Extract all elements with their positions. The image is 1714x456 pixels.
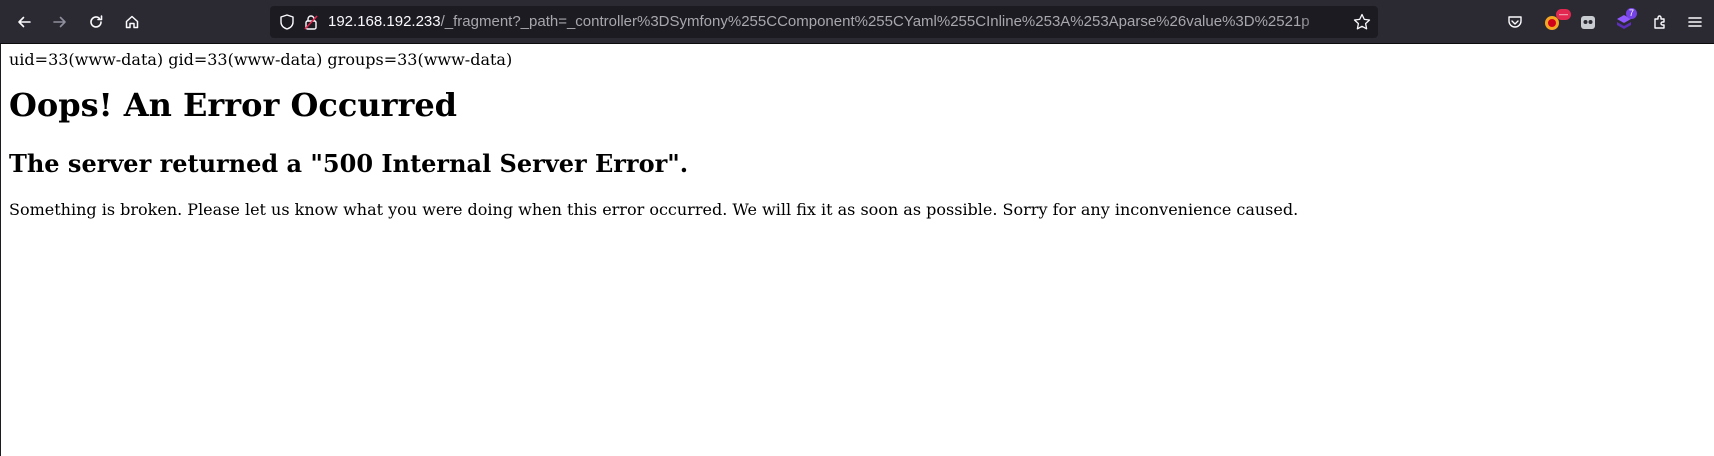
reload-icon (90, 15, 103, 28)
forward-button[interactable] (45, 7, 75, 37)
url-path: /_fragment?_path=_controller%3DSymfony%2… (440, 13, 1310, 30)
address-bar[interactable]: 192.168.192.233/_fragment?_path=_control… (270, 6, 1378, 38)
extension-badge-count: 7 (1626, 8, 1638, 19)
star-icon[interactable] (1352, 12, 1372, 32)
pocket-button[interactable] (1500, 7, 1530, 37)
url-fade (1298, 6, 1338, 38)
extensions-button[interactable] (1645, 7, 1675, 37)
browser-toolbar: 192.168.192.233/_fragment?_path=_control… (0, 0, 1714, 44)
home-button[interactable] (117, 7, 147, 37)
shield-icon[interactable] (278, 13, 296, 31)
forward-icon (53, 16, 66, 28)
menu-icon (1688, 17, 1702, 27)
back-button[interactable] (9, 7, 39, 37)
pocket-icon (1508, 16, 1522, 28)
page-content: uid=33(www-data) gid=33(www-data) groups… (0, 44, 1714, 456)
page-subtitle: The server returned a "500 Internal Serv… (9, 149, 689, 178)
extensions-icon (1654, 15, 1665, 29)
url-text[interactable]: 192.168.192.233/_fragment?_path=_control… (328, 6, 1340, 38)
extension-icon (1581, 16, 1595, 29)
url-host: 192.168.192.233 (328, 13, 441, 30)
page-title: Oops! An Error Occurred (9, 86, 458, 124)
menu-button[interactable] (1680, 7, 1710, 37)
command-output: uid=33(www-data) gid=33(www-data) groups… (9, 50, 513, 69)
extension-button-1[interactable]: — (1537, 7, 1571, 37)
extension-badge-1: — (1556, 9, 1571, 20)
reload-button[interactable] (81, 7, 111, 37)
home-icon (125, 15, 139, 29)
extension-button-2[interactable] (1573, 7, 1603, 37)
extension-button-3[interactable]: 7 (1609, 7, 1639, 37)
back-icon (18, 16, 31, 28)
error-message: Something is broken. Please let us know … (9, 200, 1299, 219)
lock-icon[interactable] (302, 13, 320, 31)
